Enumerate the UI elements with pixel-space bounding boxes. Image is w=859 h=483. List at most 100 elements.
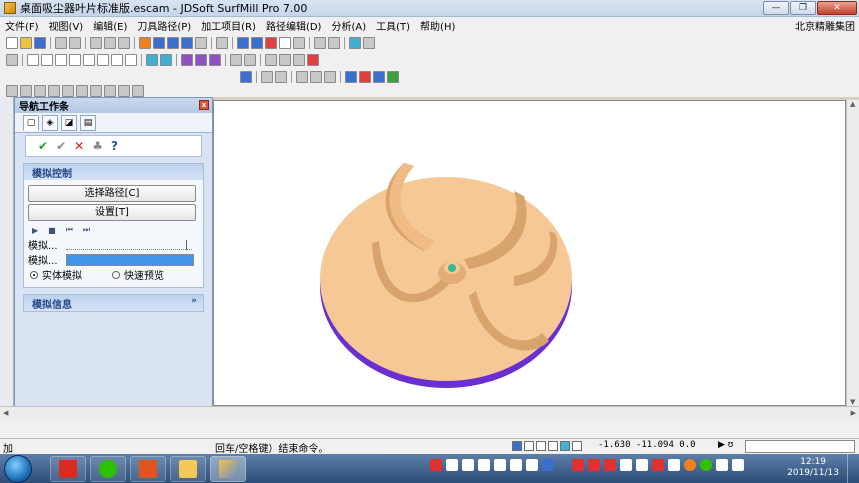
scroll-up-icon[interactable]: ▲ <box>850 100 855 108</box>
menu-machining[interactable]: 加工项目(R) <box>196 18 261 33</box>
path-icon[interactable] <box>62 85 74 97</box>
horizontal-line-icon[interactable] <box>55 54 67 66</box>
save-icon[interactable] <box>34 37 46 49</box>
line-icon[interactable] <box>27 54 39 66</box>
text-icon[interactable] <box>293 54 305 66</box>
cancel-icon[interactable]: ✕ <box>74 139 84 153</box>
point-style-icon[interactable] <box>324 71 336 83</box>
play-icon[interactable]: ▶ <box>32 226 38 235</box>
step-back-icon[interactable]: ⏮ <box>66 225 73 235</box>
tray-app-icon[interactable] <box>572 459 584 471</box>
circle-icon[interactable] <box>83 54 95 66</box>
keyboard-icon[interactable] <box>732 459 744 471</box>
render-mode-icon[interactable] <box>293 37 305 49</box>
snap-mode-icon[interactable] <box>512 441 522 451</box>
volume-icon[interactable] <box>716 459 728 471</box>
trim-icon[interactable] <box>230 54 242 66</box>
tab-layers-icon[interactable]: ◈ <box>42 114 58 131</box>
group-icon[interactable] <box>363 37 375 49</box>
tray-app-icon[interactable] <box>652 459 664 471</box>
snap-icon[interactable] <box>6 54 18 66</box>
command-line[interactable] <box>0 419 859 438</box>
line-style-icon[interactable] <box>296 71 308 83</box>
brush-icon[interactable] <box>387 71 399 83</box>
show-desktop-button[interactable] <box>847 454 859 483</box>
perpendicular-icon[interactable] <box>111 54 123 66</box>
center-point-icon[interactable] <box>97 54 109 66</box>
delete-icon[interactable] <box>307 54 319 66</box>
select-icon[interactable] <box>349 37 361 49</box>
tray-app-icon[interactable] <box>526 459 538 471</box>
minimize-button[interactable]: — <box>763 1 789 15</box>
taskbar-pdf-reader[interactable] <box>50 455 86 482</box>
3d-viewport[interactable] <box>213 100 846 406</box>
start-button[interactable] <box>4 454 32 483</box>
tray-app-icon[interactable] <box>588 459 600 471</box>
crosshair-icon[interactable] <box>548 441 558 451</box>
polyline-icon[interactable] <box>41 54 53 66</box>
open-file-icon[interactable] <box>20 37 32 49</box>
tab-toolpath-icon[interactable]: ◪ <box>61 114 77 131</box>
shade-solid-icon[interactable] <box>251 37 263 49</box>
tab-geometry-icon[interactable]: ▢ <box>23 114 39 131</box>
zoom-box-icon[interactable] <box>560 441 570 451</box>
fixture-icon[interactable] <box>34 85 46 97</box>
panel-close-button[interactable]: x <box>199 100 209 110</box>
status-arrow[interactable]: ▶ ʊ <box>718 440 733 450</box>
wireframe-icon[interactable] <box>279 37 291 49</box>
pen-icon[interactable] <box>275 71 287 83</box>
paste-icon[interactable] <box>118 37 130 49</box>
coordinate-mode-icon[interactable] <box>572 441 582 451</box>
extend-icon[interactable] <box>244 54 256 66</box>
grid-icon[interactable] <box>146 54 158 66</box>
network-icon[interactable] <box>668 459 680 471</box>
fast-preview-radio[interactable] <box>112 270 120 279</box>
menu-toolpath[interactable]: 刀具路径(P) <box>132 18 196 33</box>
layer-icon[interactable] <box>314 37 326 49</box>
tool-icon[interactable] <box>20 85 32 97</box>
close-button[interactable]: ✕ <box>817 1 857 15</box>
shade-color-icon[interactable] <box>265 37 277 49</box>
vertical-scrollbar[interactable]: ▲ ▼ <box>846 100 859 406</box>
status-input-field[interactable] <box>745 440 855 453</box>
step-forward-icon[interactable]: ⏭ <box>83 225 90 235</box>
tray-app-icon[interactable] <box>478 459 490 471</box>
simulate-icon[interactable] <box>76 85 88 97</box>
help-icon[interactable]: ? <box>111 139 118 153</box>
box-view-icon[interactable] <box>139 37 151 49</box>
scroll-down-icon[interactable]: ▼ <box>850 398 855 406</box>
fill-color-icon[interactable] <box>359 71 371 83</box>
menu-file[interactable]: 文件(F) <box>0 18 44 33</box>
expand-chevron-icon[interactable]: » <box>191 296 197 306</box>
sim-info-header[interactable]: 模拟信息 » <box>24 295 203 311</box>
color-picker-icon[interactable] <box>345 71 357 83</box>
view-top-icon[interactable] <box>181 37 193 49</box>
layer-manager-icon[interactable] <box>261 71 273 83</box>
tray-app-icon[interactable] <box>684 459 696 471</box>
tray-app-icon[interactable] <box>620 459 632 471</box>
confirm-icon[interactable]: ✔ <box>38 139 48 153</box>
machine-icon[interactable] <box>48 85 60 97</box>
select-path-button[interactable]: 选择路径[C] <box>28 185 196 202</box>
tray-app-icon[interactable] <box>446 459 458 471</box>
restore-button[interactable]: ❐ <box>790 1 816 15</box>
solid-sim-label[interactable]: 实体模拟 <box>42 267 82 282</box>
cut-icon[interactable] <box>90 37 102 49</box>
layer-status-icon[interactable] <box>536 441 546 451</box>
tray-app-icon[interactable] <box>494 459 506 471</box>
report-icon[interactable] <box>104 85 116 97</box>
view-iso-icon[interactable] <box>195 37 207 49</box>
check-icon[interactable] <box>118 85 130 97</box>
taskbar-wechat[interactable] <box>90 455 126 482</box>
input-method-icon[interactable] <box>430 459 442 471</box>
menu-edit[interactable]: 编辑(E) <box>88 18 132 33</box>
color-icon[interactable] <box>328 37 340 49</box>
snap-grid-icon[interactable] <box>160 54 172 66</box>
menu-path-edit[interactable]: 路径编辑(D) <box>261 18 327 33</box>
copy-icon[interactable] <box>104 37 116 49</box>
scroll-left-icon[interactable]: ◀ <box>3 409 8 417</box>
sim-speed-slider[interactable] <box>66 239 192 250</box>
curve3-icon[interactable] <box>209 54 221 66</box>
scroll-right-icon[interactable]: ▶ <box>851 409 856 417</box>
tray-app-icon[interactable] <box>462 459 474 471</box>
